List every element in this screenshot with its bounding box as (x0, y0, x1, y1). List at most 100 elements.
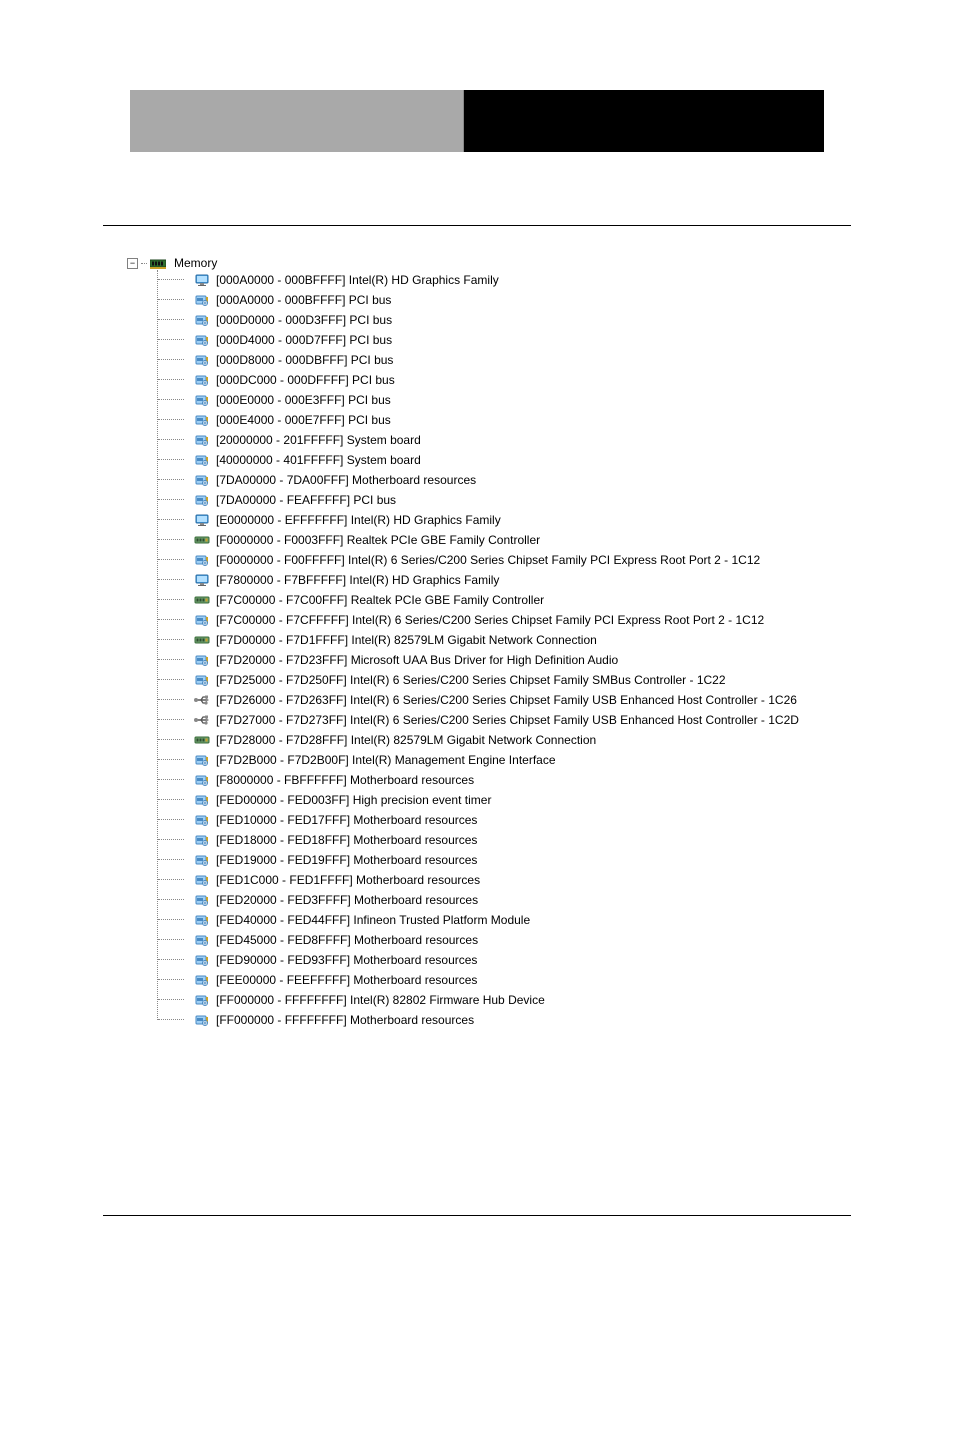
network-icon (194, 732, 210, 748)
tree-item[interactable]: [000E0000 - 000E3FFF] PCI bus (158, 390, 954, 410)
tree-item[interactable]: [FED10000 - FED17FFF] Motherboard resour… (158, 810, 954, 830)
tree-item-label: [FF000000 - FFFFFFFF] Motherboard resour… (216, 1013, 474, 1027)
tree-item[interactable]: [F7D27000 - F7D273FF] Intel(R) 6 Series/… (158, 710, 954, 730)
tree-item-label: [F7D00000 - F7D1FFFF] Intel(R) 82579LM G… (216, 633, 597, 647)
header-left-panel (130, 90, 464, 152)
tree-item-label: [FED18000 - FED18FFF] Motherboard resour… (216, 833, 477, 847)
tree-item[interactable]: [F7D25000 - F7D250FF] Intel(R) 6 Series/… (158, 670, 954, 690)
tree-item[interactable]: [000A0000 - 000BFFFF] PCI bus (158, 290, 954, 310)
tree-item[interactable]: [40000000 - 401FFFFF] System board (158, 450, 954, 470)
card-icon (194, 612, 210, 628)
card-icon (194, 772, 210, 788)
tree-item[interactable]: [FED20000 - FED3FFFF] Motherboard resour… (158, 890, 954, 910)
network-icon (194, 592, 210, 608)
display-icon (194, 572, 210, 588)
tree-item-label: [000D0000 - 000D3FFF] PCI bus (216, 313, 392, 327)
card-icon (194, 392, 210, 408)
tree-item[interactable]: [000D8000 - 000DBFFF] PCI bus (158, 350, 954, 370)
bottom-divider (103, 1215, 851, 1216)
tree-item-label: [FED1C000 - FED1FFFF] Motherboard resour… (216, 873, 480, 887)
tree-item[interactable]: [F7D20000 - F7D23FFF] Microsoft UAA Bus … (158, 650, 954, 670)
tree-item-label: [F7C00000 - F7CFFFFF] Intel(R) 6 Series/… (216, 613, 764, 627)
tree-item[interactable]: [F7D28000 - F7D28FFF] Intel(R) 82579LM G… (158, 730, 954, 750)
card-icon (194, 972, 210, 988)
collapse-icon[interactable]: − (127, 258, 138, 269)
network-icon (194, 532, 210, 548)
card-icon (194, 932, 210, 948)
tree-item-label: [000E0000 - 000E3FFF] PCI bus (216, 393, 391, 407)
memory-icon (150, 258, 166, 269)
tree-item-label: [F8000000 - FBFFFFFF] Motherboard resour… (216, 773, 474, 787)
card-icon (194, 292, 210, 308)
card-icon (194, 992, 210, 1008)
tree-item[interactable]: [FF000000 - FFFFFFFF] Intel(R) 82802 Fir… (158, 990, 954, 1010)
tree-item[interactable]: [FED45000 - FED8FFFF] Motherboard resour… (158, 930, 954, 950)
tree-item[interactable]: [000DC000 - 000DFFFF] PCI bus (158, 370, 954, 390)
card-icon (194, 912, 210, 928)
tree-children: [000A0000 - 000BFFFF] Intel(R) HD Graphi… (157, 270, 954, 1030)
card-icon (194, 1012, 210, 1028)
tree-item[interactable]: [000A0000 - 000BFFFF] Intel(R) HD Graphi… (158, 270, 954, 290)
card-icon (194, 652, 210, 668)
tree-item[interactable]: [F7C00000 - F7CFFFFF] Intel(R) 6 Series/… (158, 610, 954, 630)
tree-item-label: [40000000 - 401FFFFF] System board (216, 453, 421, 467)
tree-item[interactable]: [F8000000 - FBFFFFFF] Motherboard resour… (158, 770, 954, 790)
tree-item-label: [7DA00000 - FEAFFFFF] PCI bus (216, 493, 396, 507)
tree-item-label: [FF000000 - FFFFFFFF] Intel(R) 82802 Fir… (216, 993, 545, 1007)
memory-tree: − Memory [000A0000 - 000BFFFF] Intel(R) … (127, 256, 954, 1030)
tree-item[interactable]: [E0000000 - EFFFFFFF] Intel(R) HD Graphi… (158, 510, 954, 530)
tree-item[interactable]: [F7D26000 - F7D263FF] Intel(R) 6 Series/… (158, 690, 954, 710)
tree-item-label: [20000000 - 201FFFFF] System board (216, 433, 421, 447)
tree-item-label: [F7D2B000 - F7D2B00F] Intel(R) Managemen… (216, 753, 556, 767)
tree-item[interactable]: [FF000000 - FFFFFFFF] Motherboard resour… (158, 1010, 954, 1030)
tree-item[interactable]: [FEE00000 - FEEFFFFF] Motherboard resour… (158, 970, 954, 990)
tree-item[interactable]: [000D4000 - 000D7FFF] PCI bus (158, 330, 954, 350)
tree-item-label: [F7D20000 - F7D23FFF] Microsoft UAA Bus … (216, 653, 618, 667)
tree-item[interactable]: [F7800000 - F7BFFFFF] Intel(R) HD Graphi… (158, 570, 954, 590)
tree-item-label: [F7C00000 - F7C00FFF] Realtek PCIe GBE F… (216, 593, 544, 607)
card-icon (194, 792, 210, 808)
tree-item-label: [E0000000 - EFFFFFFF] Intel(R) HD Graphi… (216, 513, 501, 527)
tree-item-label: [000DC000 - 000DFFFF] PCI bus (216, 373, 395, 387)
display-icon (194, 512, 210, 528)
tree-item[interactable]: [FED40000 - FED44FFF] Infineon Trusted P… (158, 910, 954, 930)
tree-item-label: [FED40000 - FED44FFF] Infineon Trusted P… (216, 913, 530, 927)
network-icon (194, 632, 210, 648)
tree-item[interactable]: [F0000000 - F00FFFFF] Intel(R) 6 Series/… (158, 550, 954, 570)
tree-item[interactable]: [F7D2B000 - F7D2B00F] Intel(R) Managemen… (158, 750, 954, 770)
top-divider (103, 225, 851, 226)
tree-item[interactable]: [7DA00000 - 7DA00FFF] Motherboard resour… (158, 470, 954, 490)
tree-item[interactable]: [000D0000 - 000D3FFF] PCI bus (158, 310, 954, 330)
tree-item[interactable]: [F0000000 - F0003FFF] Realtek PCIe GBE F… (158, 530, 954, 550)
card-icon (194, 452, 210, 468)
tree-item-label: [FEE00000 - FEEFFFFF] Motherboard resour… (216, 973, 477, 987)
card-icon (194, 432, 210, 448)
tree-item[interactable]: [FED90000 - FED93FFF] Motherboard resour… (158, 950, 954, 970)
card-icon (194, 872, 210, 888)
card-icon (194, 752, 210, 768)
tree-item[interactable]: [F7D00000 - F7D1FFFF] Intel(R) 82579LM G… (158, 630, 954, 650)
tree-item[interactable]: [F7C00000 - F7C00FFF] Realtek PCIe GBE F… (158, 590, 954, 610)
tree-item[interactable]: [FED18000 - FED18FFF] Motherboard resour… (158, 830, 954, 850)
tree-item[interactable]: [FED1C000 - FED1FFFF] Motherboard resour… (158, 870, 954, 890)
tree-item[interactable]: [7DA00000 - FEAFFFFF] PCI bus (158, 490, 954, 510)
card-icon (194, 352, 210, 368)
tree-item-label: [000E4000 - 000E7FFF] PCI bus (216, 413, 391, 427)
tree-item-label: [000A0000 - 000BFFFF] Intel(R) HD Graphi… (216, 273, 499, 287)
tree-item[interactable]: [000E4000 - 000E7FFF] PCI bus (158, 410, 954, 430)
tree-item[interactable]: [20000000 - 201FFFFF] System board (158, 430, 954, 450)
usb-icon (194, 692, 210, 708)
header-bar (130, 90, 824, 152)
tree-item-label: [FED19000 - FED19FFF] Motherboard resour… (216, 853, 477, 867)
usb-icon (194, 712, 210, 728)
tree-item-label: [FED45000 - FED8FFFF] Motherboard resour… (216, 933, 478, 947)
display-icon (194, 272, 210, 288)
card-icon (194, 672, 210, 688)
tree-root[interactable]: − Memory (127, 256, 954, 270)
tree-item[interactable]: [FED00000 - FED003FF] High precision eve… (158, 790, 954, 810)
card-icon (194, 852, 210, 868)
card-icon (194, 472, 210, 488)
tree-item-label: [FED90000 - FED93FFF] Motherboard resour… (216, 953, 477, 967)
tree-item-label: [FED10000 - FED17FFF] Motherboard resour… (216, 813, 477, 827)
tree-item[interactable]: [FED19000 - FED19FFF] Motherboard resour… (158, 850, 954, 870)
